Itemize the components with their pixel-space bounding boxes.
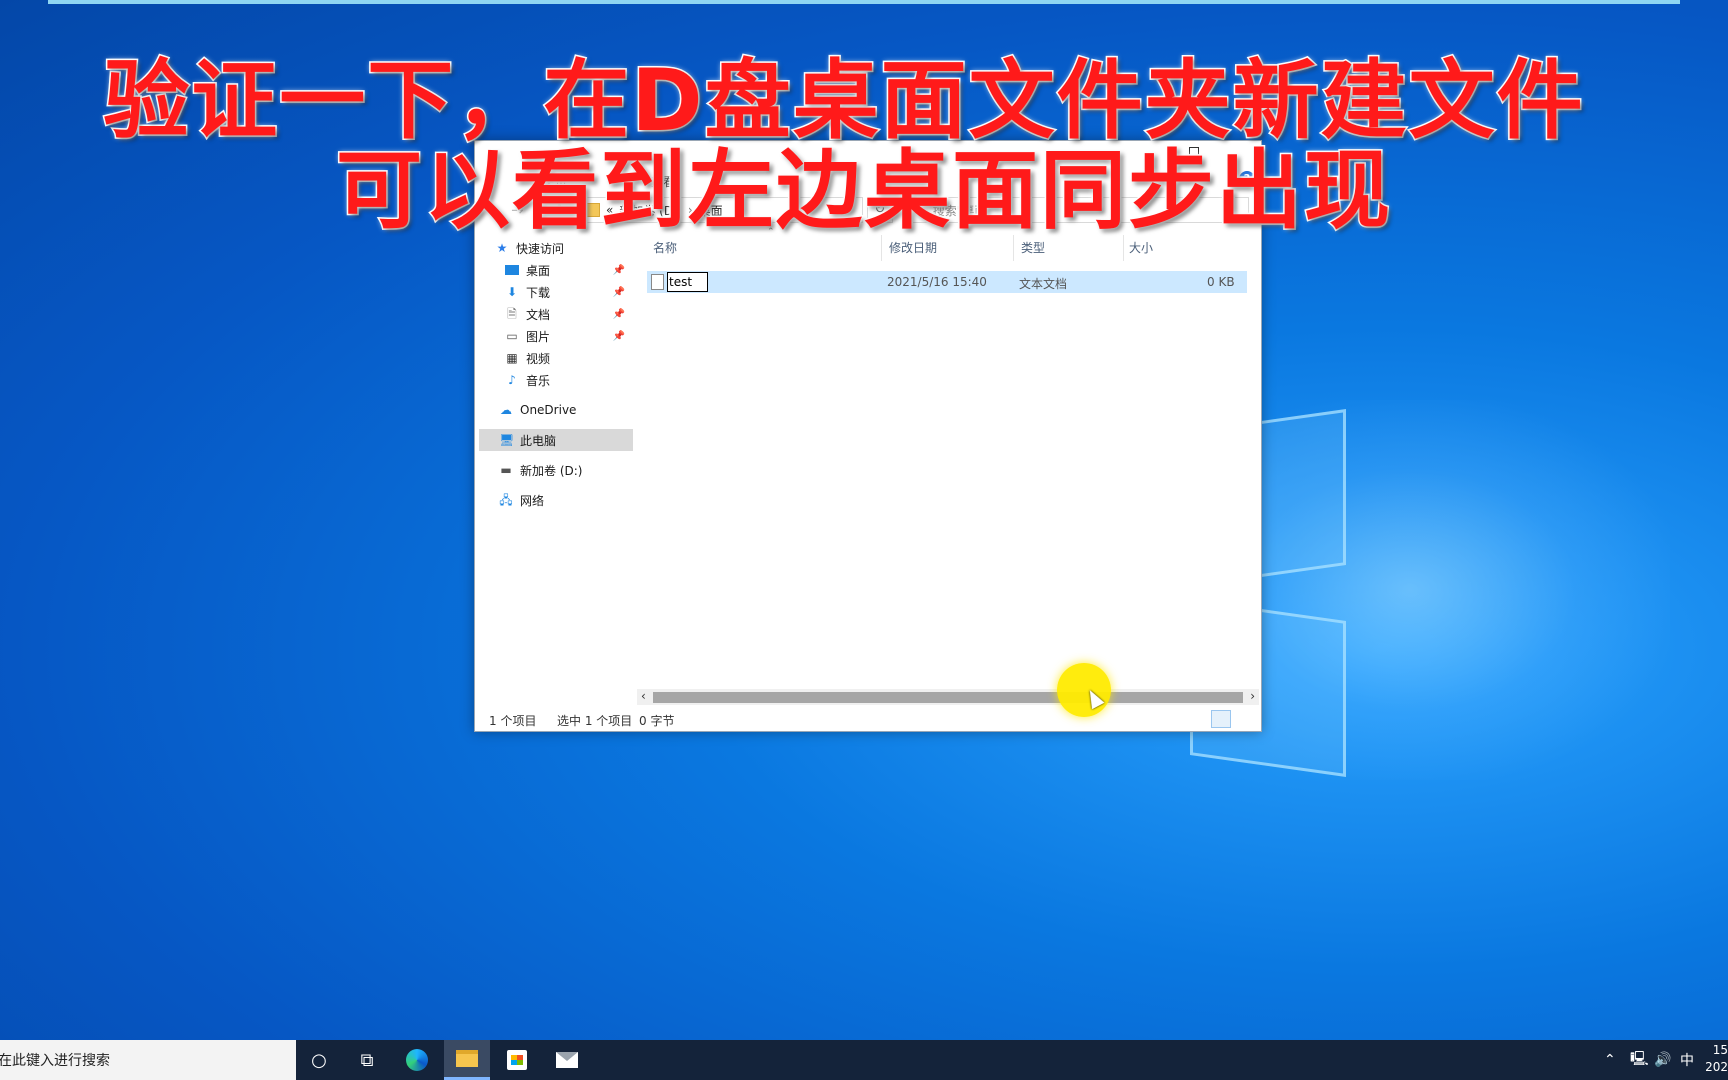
scroll-right-icon[interactable]: › [1250,689,1255,703]
nav-onedrive[interactable]: ☁ OneDrive [499,399,633,421]
nav-label: 图片 [526,329,551,344]
nav-this-pc[interactable]: 🖥 此电脑 [479,429,633,451]
drive-icon: ▬ [500,463,512,477]
clock-time: 15 [1712,1043,1728,1057]
picture-icon: ▭ [506,329,518,343]
pin-icon[interactable]: 📌 [613,309,625,320]
file-type: 文本文档 [1019,277,1068,291]
nav-pictures[interactable]: ▭ 图片 📌 [505,325,633,347]
status-item-count: 1 个项目 [489,714,537,728]
details-view-icon[interactable] [1211,710,1231,728]
status-selected: 选中 1 个项目 [557,714,633,728]
taskbar-search-placeholder: 在此键入进行搜索 [0,1053,110,1069]
file-list: ⌃ 名称 修改日期 类型 大小 test 2021/5/16 15:40 文本文… [637,225,1259,685]
scroll-thumb[interactable] [653,692,1243,703]
status-bar: 1 个项目 选中 1 个项目 0 字节 [475,707,1261,729]
clock-date: 202 [1705,1060,1728,1074]
video-icon: ▦ [506,351,518,365]
edge-icon[interactable] [394,1040,440,1080]
nav-desktop[interactable]: 桌面 📌 [505,259,633,281]
navigation-pane: ★ 快速访问 桌面 📌 ⬇ 下载 📌 🗎 文档 📌 ▭ 图片 📌 ▦ 视频 ♪ … [475,225,635,685]
taskbar-search-box[interactable]: 在此键入进行搜索 [0,1040,296,1080]
document-icon: 🗎 [507,307,517,321]
nav-drive-d[interactable]: ▬ 新加卷 (D:) [499,459,633,481]
cortana-icon[interactable]: ○ [296,1040,342,1080]
network-tray-icon[interactable]: 🖳 [1630,1040,1649,1080]
status-bytes: 0 字节 [639,714,675,728]
store-icon[interactable] [494,1040,540,1080]
scroll-left-icon[interactable]: ‹ [641,689,646,703]
cloud-icon: ☁ [500,403,512,417]
network-icon: 🖧 [499,493,513,507]
music-icon: ♪ [508,373,516,387]
download-icon: ⬇ [506,285,518,299]
nav-label: 桌面 [526,263,551,278]
large-icons-view-icon[interactable] [1233,710,1253,728]
nav-label: 视频 [526,351,551,366]
nav-label: 音乐 [526,373,551,388]
nav-music[interactable]: ♪ 音乐 [505,369,633,391]
nav-label: 文档 [526,307,551,322]
nav-videos[interactable]: ▦ 视频 [505,347,633,369]
table-row[interactable]: test 2021/5/16 15:40 文本文档 0 KB [647,271,1247,293]
clock[interactable]: 15 202 [1702,1042,1728,1076]
horizontal-scrollbar[interactable]: ‹ › [637,689,1259,705]
nav-label: OneDrive [520,403,577,417]
mail-icon[interactable] [544,1040,590,1080]
desktop-icon [505,265,519,275]
volume-icon[interactable]: 🔊 [1654,1040,1671,1080]
nav-downloads[interactable]: ⬇ 下载 📌 [505,281,633,303]
computer-icon: 🖥 [499,433,515,447]
pin-icon[interactable]: 📌 [613,265,625,276]
nav-label: 网络 [520,493,545,508]
nav-label: 下载 [526,285,551,300]
pin-icon[interactable]: 📌 [613,331,625,342]
cursor-highlight [1057,663,1111,717]
nav-documents[interactable]: 🗎 文档 📌 [505,303,633,325]
file-size: 0 KB [1207,275,1235,289]
nav-label: 新加卷 (D:) [520,463,583,478]
file-modified: 2021/5/16 15:40 [887,275,987,289]
nav-network[interactable]: 🖧 网络 [499,489,633,511]
ime-indicator[interactable]: 中 [1680,1040,1694,1080]
task-view-icon[interactable]: ⧉ [344,1040,390,1080]
nav-label: 此电脑 [520,433,557,448]
taskbar: 在此键入进行搜索 ○ ⧉ ⌃ 🖳 🔊 中 15 202 [0,1040,1728,1080]
rename-input[interactable]: test [667,272,708,292]
text-file-icon [651,274,664,290]
file-explorer-icon[interactable] [444,1040,490,1080]
tutorial-caption-line2: 可以看到左边桌面同步出现 [335,140,1392,243]
pin-icon[interactable]: 📌 [613,287,625,298]
tray-chevron-icon[interactable]: ⌃ [1604,1040,1616,1080]
window-top-edge [48,0,1680,4]
